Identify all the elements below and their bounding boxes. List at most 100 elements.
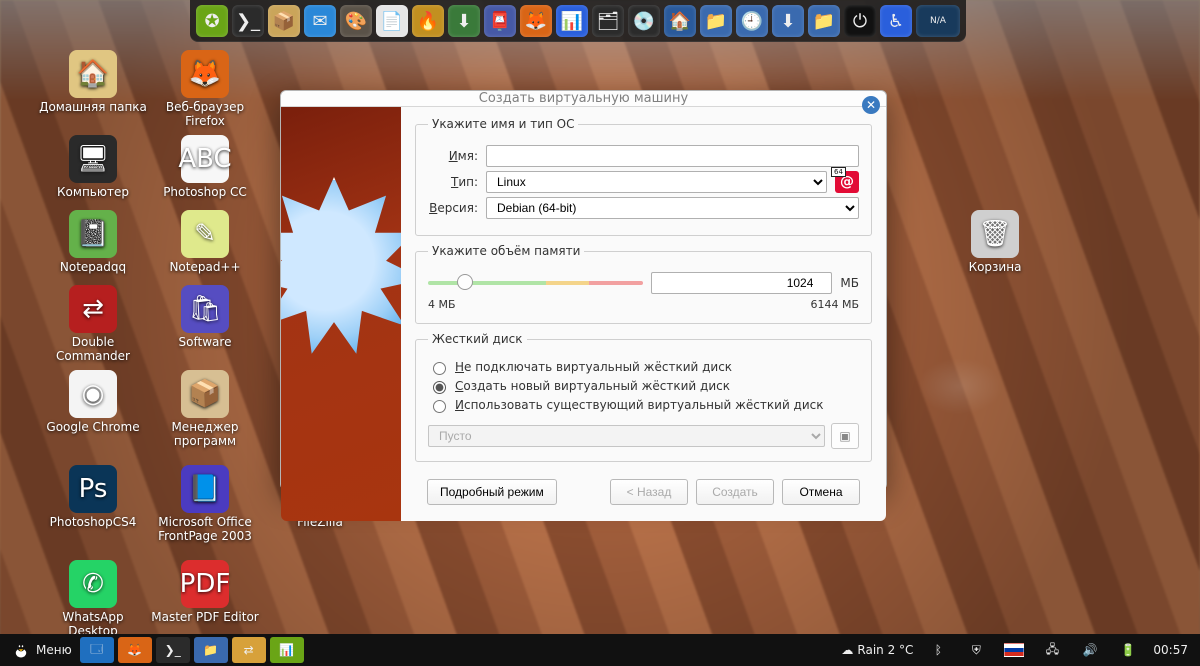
start-menu-button[interactable]: Меню bbox=[8, 637, 76, 663]
network-icon[interactable]: 🖧 bbox=[1035, 637, 1069, 663]
dock-terminal[interactable]: ❯_ bbox=[232, 5, 264, 37]
desktop-icon-software[interactable]: 🛍Software bbox=[150, 285, 260, 350]
desktop-icon-notepadqq[interactable]: 📓 Notepadqq bbox=[38, 210, 148, 275]
dock-art[interactable]: 🔥 bbox=[412, 5, 444, 37]
desktop-icon-label: Photoshop CC bbox=[163, 186, 247, 200]
home-icon: 🏠 bbox=[69, 50, 117, 98]
desktop-icon-trash[interactable]: 🗑Корзина bbox=[940, 210, 1050, 275]
taskbar-app-files[interactable]: 📁 bbox=[194, 637, 228, 663]
taskbar-app-desktop[interactable]: 🗔 bbox=[80, 637, 114, 663]
volume-icon[interactable]: 🔊 bbox=[1073, 637, 1107, 663]
dock-home2[interactable]: 🏠 bbox=[664, 5, 696, 37]
bluetooth-icon[interactable]: ᛒ bbox=[921, 637, 955, 663]
disk-existing-select: Пусто bbox=[428, 425, 825, 447]
disk-create-label: Создать новый виртуальный жёсткий диск bbox=[455, 379, 730, 393]
desktop-icon-computer[interactable]: 🖥Компьютер bbox=[38, 135, 148, 200]
desktop-icon-whatsapp[interactable]: ✆WhatsApp Desktop bbox=[38, 560, 148, 639]
shield-icon[interactable]: ⛨ bbox=[959, 637, 993, 663]
dock-mint[interactable]: ✪ bbox=[196, 5, 228, 37]
notepadqq-icon: 📓 bbox=[69, 210, 117, 258]
dock-access[interactable]: ♿ bbox=[880, 5, 912, 37]
desktop-icon-label: Microsoft Office FrontPage 2003 bbox=[150, 516, 260, 544]
dock-files2[interactable]: 📁 bbox=[808, 5, 840, 37]
vm-type-label: Тип: bbox=[428, 175, 478, 189]
dock-gimp[interactable]: 🎨 bbox=[340, 5, 372, 37]
nppp-icon: ✎ bbox=[181, 210, 229, 258]
dock-stamp[interactable]: 📮 bbox=[484, 5, 516, 37]
taskbar-app-doublecmd[interactable]: ⇄ bbox=[232, 637, 266, 663]
dock-torrent[interactable]: ⬇ bbox=[448, 5, 480, 37]
desktop-icon-firefox[interactable]: 🦊Веб-браузер Firefox bbox=[150, 50, 260, 129]
taskbar-app-firefox[interactable]: 🦊 bbox=[118, 637, 152, 663]
dialog-content: Укажите имя и тип ОС Имя: Тип: Linux @ 6… bbox=[401, 107, 886, 521]
progmgr-icon: 📦 bbox=[181, 370, 229, 418]
dock-vbox[interactable]: 📊 bbox=[556, 5, 588, 37]
desktop-icon-label: Notepad++ bbox=[169, 261, 240, 275]
desktop-icon-home[interactable]: 🏠Домашняя папка bbox=[38, 50, 148, 115]
desktop-icon-label: Software bbox=[179, 336, 232, 350]
desktop-icon-chrome[interactable]: ◉Google Chrome bbox=[38, 370, 148, 435]
taskbar: Меню 🗔🦊❯_📁⇄📊 ☁ Rain 2 °C ᛒ ⛨ 🖧 🔊 🔋 00:57 bbox=[0, 634, 1200, 666]
desktop-icon-progmgr[interactable]: 📦Менеджер программ bbox=[150, 370, 260, 449]
vm-type-select[interactable]: Linux bbox=[486, 171, 827, 193]
dock-power[interactable]: ⏻ bbox=[844, 5, 876, 37]
vm-version-label: Версия: bbox=[428, 201, 478, 215]
weather-widget[interactable]: ☁ Rain 2 °C bbox=[837, 637, 917, 663]
frontpage-icon: 📘 bbox=[181, 465, 229, 513]
disk-none-radio[interactable] bbox=[433, 362, 446, 375]
group-memory: Укажите объём памяти МБ 4 МБ 6144 МБ bbox=[415, 244, 872, 324]
close-icon[interactable]: ✕ bbox=[862, 96, 880, 114]
desktop-icon-pscs4[interactable]: PsPhotoshopCS4 bbox=[38, 465, 148, 530]
vm-name-input[interactable] bbox=[486, 145, 859, 167]
tray-clock[interactable]: 00:57 bbox=[1149, 637, 1192, 663]
dock-firefox2[interactable]: 🦊 bbox=[520, 5, 552, 37]
vm-version-select[interactable]: Debian (64-bit) bbox=[486, 197, 859, 219]
dock-netspeed[interactable]: N/A bbox=[916, 5, 960, 37]
dock-mail[interactable]: ✉ bbox=[304, 5, 336, 37]
dock-downloads[interactable]: ⬇ bbox=[772, 5, 804, 37]
memory-spinbox[interactable] bbox=[651, 272, 832, 294]
debian-os-icon: @ 64 bbox=[835, 171, 859, 193]
pscs4-icon: Ps bbox=[69, 465, 117, 513]
desktop-icon-label: Double Commander bbox=[38, 336, 148, 364]
vm-name-label: Имя: bbox=[428, 149, 478, 163]
create-vm-dialog: Создать виртуальную машину ✕ Укажите имя… bbox=[280, 90, 887, 490]
dock-backups[interactable]: 🕘 bbox=[736, 5, 768, 37]
memory-slider-thumb[interactable] bbox=[457, 274, 473, 290]
dialog-titlebar[interactable]: Создать виртуальную машину ✕ bbox=[281, 91, 886, 107]
tux-icon bbox=[12, 641, 30, 659]
desktop-icon-label: Корзина bbox=[969, 261, 1022, 275]
computer-icon: 🖥 bbox=[69, 135, 117, 183]
cancel-button[interactable]: Отмена bbox=[782, 479, 860, 505]
disk-create-radio[interactable] bbox=[433, 381, 446, 394]
top-dock: ✪❯_📦✉🎨📄🔥⬇📮🦊📊🗂💿🏠📁🕘⬇📁⏻♿N/A bbox=[190, 0, 966, 42]
taskbar-app-terminal[interactable]: ❯_ bbox=[156, 637, 190, 663]
wizard-graphic bbox=[281, 177, 401, 363]
memory-slider[interactable] bbox=[428, 277, 643, 289]
dock-folders[interactable]: 🗂 bbox=[592, 5, 624, 37]
group-disk: Жесткий диск Не подключать виртуальный ж… bbox=[415, 332, 872, 462]
dock-office[interactable]: 📄 bbox=[376, 5, 408, 37]
group-name-os: Укажите имя и тип ОС Имя: Тип: Linux @ 6… bbox=[415, 117, 872, 236]
desktop-icon-doublecmd[interactable]: ⇄Double Commander bbox=[38, 285, 148, 364]
dock-burn[interactable]: 💿 bbox=[628, 5, 660, 37]
dialog-button-row: Подробный режим < Назад Создать Отмена bbox=[415, 470, 872, 513]
battery-icon[interactable]: 🔋 bbox=[1111, 637, 1145, 663]
firefox-icon: 🦊 bbox=[181, 50, 229, 98]
group-memory-legend: Укажите объём памяти bbox=[428, 244, 584, 258]
locale-flag[interactable] bbox=[997, 637, 1031, 663]
desktop-icon-label: Notepadqq bbox=[60, 261, 126, 275]
memory-max-label: 6144 МБ bbox=[810, 298, 859, 311]
dock-archive[interactable]: 📦 bbox=[268, 5, 300, 37]
group-name-os-legend: Укажите имя и тип ОС bbox=[428, 117, 578, 131]
dock-docs[interactable]: 📁 bbox=[700, 5, 732, 37]
disk-use-radio[interactable] bbox=[433, 400, 446, 413]
desktop-icon-pscc[interactable]: ABCPhotoshop CC bbox=[150, 135, 260, 200]
desktop-icon-mpdf[interactable]: PDFMaster PDF Editor bbox=[150, 560, 260, 625]
desktop-icon-nppp[interactable]: ✎ Notepad++ bbox=[150, 210, 260, 275]
desktop-icon-frontpage[interactable]: 📘 Microsoft Office FrontPage 2003 bbox=[150, 465, 260, 544]
taskbar-app-vbox[interactable]: 📊 bbox=[270, 637, 304, 663]
disk-use-label: Использовать существующий виртуальный жё… bbox=[455, 398, 824, 412]
expert-mode-button[interactable]: Подробный режим bbox=[427, 479, 557, 505]
group-disk-legend: Жесткий диск bbox=[428, 332, 527, 346]
